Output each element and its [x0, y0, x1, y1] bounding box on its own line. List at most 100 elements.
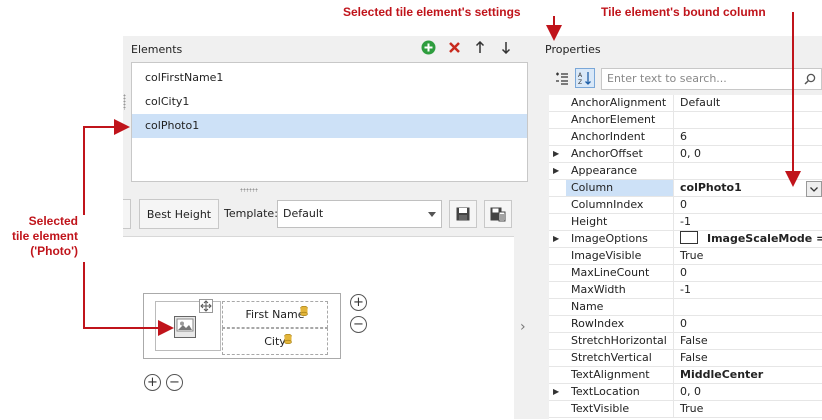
properties-panel-title: Properties: [545, 43, 601, 56]
list-item[interactable]: colCity1: [132, 90, 527, 114]
callout-line: ('Photo'): [30, 244, 78, 258]
property-value[interactable]: ImageScaleMode = S: [675, 231, 822, 247]
property-row[interactable]: StretchVertical False: [549, 350, 822, 367]
toolbar-left-edge: [123, 199, 131, 229]
property-name: Name: [566, 299, 674, 315]
property-value[interactable]: 6: [675, 129, 822, 145]
property-value[interactable]: 0: [675, 316, 822, 332]
property-name: StretchHorizontal: [566, 333, 674, 349]
list-item-selected[interactable]: colPhoto1: [132, 114, 527, 138]
property-row[interactable]: TextAlignment MiddleCenter: [549, 367, 822, 384]
save-icon: [456, 207, 470, 221]
property-name: TextVisible: [566, 401, 674, 417]
expand-arrow-icon[interactable]: ▶: [553, 146, 559, 162]
property-value[interactable]: [675, 112, 822, 128]
save-template-button[interactable]: [449, 200, 477, 228]
property-value[interactable]: False: [675, 333, 822, 349]
remove-row-button[interactable]: −: [166, 374, 183, 391]
best-height-button[interactable]: Best Height: [139, 199, 219, 229]
property-value[interactable]: 0, 0: [675, 384, 822, 400]
property-row[interactable]: AnchorIndent 6: [549, 129, 822, 146]
property-search-input[interactable]: Enter text to search...: [601, 68, 822, 90]
add-button[interactable]: [420, 39, 436, 55]
property-row[interactable]: Column colPhoto1: [549, 180, 822, 197]
load-template-icon: [490, 207, 506, 222]
move-down-button[interactable]: [498, 39, 514, 55]
horizontal-splitter-grip[interactable]: [240, 188, 258, 192]
property-row[interactable]: ▶ ImageOptions ImageScaleMode = S: [549, 231, 822, 248]
alphabetical-view-button[interactable]: AZ: [575, 68, 595, 88]
property-value[interactable]: colPhoto1: [675, 180, 822, 196]
property-row[interactable]: Name: [549, 299, 822, 316]
property-value[interactable]: False: [675, 350, 822, 366]
property-grid[interactable]: AnchorAlignment Default AnchorElement Ancho…: [549, 95, 822, 419]
callout-bound-column: Tile element's bound column: [601, 5, 766, 19]
column-dropdown-button[interactable]: [806, 181, 822, 197]
property-name: RowIndex: [566, 316, 674, 332]
move-up-icon: [475, 40, 485, 53]
add-column-button[interactable]: +: [350, 294, 367, 311]
chevron-down-icon: [428, 212, 436, 217]
categorized-icon: [556, 72, 568, 85]
collapse-chevron-icon[interactable]: ›: [520, 319, 526, 335]
elements-list[interactable]: colFirstName1 colCity1 colPhoto1: [131, 62, 528, 182]
property-name: Height: [566, 214, 674, 230]
move-up-button[interactable]: [472, 39, 488, 55]
property-row[interactable]: TextVisible True: [549, 401, 822, 418]
move-down-icon: [501, 41, 511, 54]
categorized-view-button[interactable]: [553, 70, 571, 88]
tile-template[interactable]: First Name City: [143, 293, 341, 359]
move-handle-icon[interactable]: [199, 299, 213, 313]
remove-icon: [448, 41, 460, 53]
property-row[interactable]: ▶ Appearance: [549, 163, 822, 180]
property-row[interactable]: ColumnIndex 0: [549, 197, 822, 214]
property-value-text: ImageScaleMode = S: [707, 232, 822, 245]
add-row-button[interactable]: +: [144, 374, 161, 391]
load-template-button[interactable]: [484, 200, 512, 228]
property-value[interactable]: 0: [675, 265, 822, 281]
callout-line: Selected: [28, 214, 78, 228]
property-row[interactable]: ▶ TextLocation 0, 0: [549, 384, 822, 401]
property-name: MaxLineCount: [566, 265, 674, 281]
template-select[interactable]: Default: [277, 200, 442, 228]
property-value[interactable]: -1: [675, 282, 822, 298]
property-row[interactable]: Height -1: [549, 214, 822, 231]
property-value[interactable]: True: [675, 401, 822, 417]
property-row[interactable]: MaxWidth -1: [549, 282, 822, 299]
property-row[interactable]: RowIndex 0: [549, 316, 822, 333]
expand-arrow-icon[interactable]: ▶: [553, 384, 559, 400]
svg-text:Z: Z: [578, 79, 582, 85]
property-value[interactable]: 0: [675, 197, 822, 213]
property-row[interactable]: ▶ AnchorOffset 0, 0: [549, 146, 822, 163]
property-row[interactable]: MaxLineCount 0: [549, 265, 822, 282]
property-row[interactable]: AnchorElement: [549, 112, 822, 129]
property-value[interactable]: [675, 299, 822, 315]
property-value[interactable]: 0, 0: [675, 146, 822, 162]
remove-column-button[interactable]: −: [350, 316, 367, 333]
property-value[interactable]: Default: [675, 95, 822, 111]
property-name: ColumnIndex: [566, 197, 674, 213]
search-icon[interactable]: [804, 73, 816, 85]
vertical-splitter-grip[interactable]: [123, 94, 126, 110]
property-row[interactable]: StretchHorizontal False: [549, 333, 822, 350]
expand-arrow-icon[interactable]: ▶: [553, 231, 559, 247]
db-field-icon: [284, 333, 292, 345]
property-row[interactable]: ImageVisible True: [549, 248, 822, 265]
property-value[interactable]: True: [675, 248, 822, 264]
list-item[interactable]: colFirstName1: [132, 66, 527, 90]
svg-text:A: A: [578, 72, 583, 79]
property-name: Column: [566, 180, 674, 196]
property-value[interactable]: MiddleCenter: [675, 367, 822, 383]
property-row[interactable]: AnchorAlignment Default: [549, 95, 822, 112]
image-placeholder-icon: [174, 316, 196, 338]
tile-city-cell[interactable]: City: [222, 328, 328, 355]
tile-first-name-cell[interactable]: First Name: [222, 301, 328, 328]
chevron-down-icon: [810, 187, 818, 192]
property-name: Appearance: [566, 163, 674, 179]
property-value[interactable]: [675, 163, 822, 179]
expand-arrow-icon[interactable]: ▶: [553, 163, 559, 179]
property-name: StretchVertical: [566, 350, 674, 366]
remove-button[interactable]: [446, 39, 462, 55]
template-select-value: Default: [283, 207, 324, 220]
property-value[interactable]: -1: [675, 214, 822, 230]
